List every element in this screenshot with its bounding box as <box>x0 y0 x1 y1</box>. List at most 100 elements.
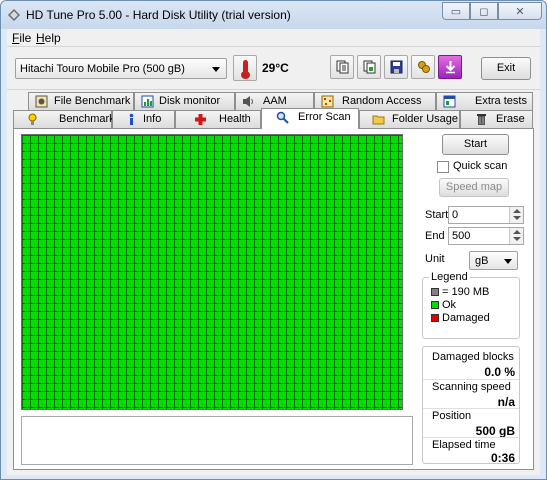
start-input-value: 0 <box>452 209 459 221</box>
spinner-arrows-icon[interactable] <box>509 207 523 223</box>
title-bar[interactable]: HD Tune Pro 5.00 - Hard Disk Utility (tr… <box>1 1 546 29</box>
caption-buttons: ▭ ◻ ✕ <box>442 2 542 20</box>
save-icon <box>390 60 403 74</box>
end-field-label: End <box>425 230 445 242</box>
health-cross-icon <box>195 114 206 125</box>
tab-extra-tests-label: Extra tests <box>475 95 527 107</box>
tab-erase-label: Erase <box>496 113 525 125</box>
scanning-speed-value: n/a <box>497 395 515 409</box>
options-icon <box>418 61 430 73</box>
tab-file-benchmark-label: File Benchmark <box>54 95 131 107</box>
options-button[interactable] <box>411 55 435 79</box>
tab-file-benchmark[interactable]: File Benchmark <box>28 92 134 110</box>
thermometer-bulb <box>241 71 250 79</box>
start-input[interactable]: 0 <box>448 206 524 224</box>
copy-text-button[interactable] <box>330 55 354 79</box>
tab-health-label: Health <box>219 113 251 125</box>
save-button[interactable] <box>384 55 408 79</box>
legend-group: Legend = 190 MB Ok Damaged <box>422 271 520 339</box>
damaged-blocks-label: Damaged blocks <box>432 351 514 363</box>
tab-info[interactable]: Info <box>112 110 175 128</box>
download-button[interactable] <box>438 55 462 79</box>
tab-erase[interactable]: Erase <box>460 110 533 128</box>
copy-screenshot-button[interactable] <box>357 55 381 79</box>
tab-benchmark[interactable]: Benchmark <box>13 110 115 128</box>
legend-block-size: = 190 MB <box>431 286 489 298</box>
magnifier-icon <box>276 111 289 124</box>
chevron-down-icon <box>212 67 220 72</box>
start-scan-button[interactable]: Start <box>442 134 509 155</box>
extra-tests-icon <box>443 95 456 108</box>
drive-select[interactable]: Hitachi Touro Mobile Pro (500 gB) <box>15 58 227 79</box>
unit-select-value: gB <box>475 255 489 267</box>
window-title: HD Tune Pro 5.00 - Hard Disk Utility (tr… <box>26 8 291 22</box>
file-benchmark-icon <box>35 95 48 108</box>
spin-down-icon[interactable] <box>513 237 521 241</box>
speed-map-button[interactable]: Speed map <box>439 178 509 197</box>
spinner-arrows-icon[interactable] <box>509 228 523 244</box>
elapsed-time-value: 0:36 <box>490 451 515 465</box>
menu-help[interactable]: Help <box>36 31 61 45</box>
hd-tune-app-icon <box>8 9 20 21</box>
copy-screenshot-icon <box>363 60 376 74</box>
drive-select-value: Hitachi Touro Mobile Pro (500 gB) <box>20 63 185 75</box>
maximize-button[interactable]: ◻ <box>470 2 498 20</box>
position-value: 500 gB <box>475 424 515 438</box>
red-square-icon <box>431 314 439 322</box>
scan-log[interactable] <box>21 416 413 465</box>
spin-up-icon[interactable] <box>513 209 521 213</box>
end-input-value: 500 <box>452 230 471 242</box>
speaker-icon <box>243 96 253 107</box>
scan-block-map <box>21 134 403 410</box>
elapsed-time-label: Elapsed time <box>432 439 496 451</box>
unit-field-label: Unit <box>425 253 445 265</box>
position-label: Position <box>432 410 472 422</box>
stats-divider <box>423 379 519 380</box>
exit-button[interactable]: Exit <box>481 57 531 80</box>
legend-ok-text: Ok <box>442 299 457 311</box>
legend-damaged-text: Damaged <box>442 312 490 324</box>
tab-disk-monitor-label: Disk monitor <box>159 95 221 107</box>
tab-info-label: Info <box>143 113 162 125</box>
end-input[interactable]: 500 <box>448 227 524 245</box>
stats-divider <box>423 437 519 438</box>
chevron-down-icon <box>504 259 512 264</box>
tab-control: File Benchmark Disk monitor AAM Random A… <box>13 92 534 470</box>
disk-monitor-icon <box>141 95 154 108</box>
tab-folder-usage[interactable]: Folder Usage <box>359 110 460 128</box>
menu-help-accel: H <box>36 31 45 45</box>
tab-extra-tests[interactable]: Extra tests <box>436 92 533 110</box>
legend-block-size-text: = 190 MB <box>442 286 490 298</box>
close-button[interactable]: ✕ <box>498 2 542 20</box>
spin-down-icon[interactable] <box>513 216 521 220</box>
random-access-icon <box>321 95 334 108</box>
unit-select[interactable]: gB <box>469 251 518 270</box>
tab-health[interactable]: Health <box>175 110 261 128</box>
tab-disk-monitor[interactable]: Disk monitor <box>134 92 235 110</box>
error-scan-panel: Start Quick scan Speed map Start 0 End 5… <box>13 128 534 470</box>
stats-divider <box>423 408 519 409</box>
copy-text-icon <box>336 60 349 74</box>
minimize-button[interactable]: ▭ <box>442 2 470 20</box>
tab-error-scan[interactable]: Error Scan <box>261 108 359 129</box>
checkbox-box[interactable] <box>437 161 449 173</box>
damaged-blocks-value: 0.0 % <box>484 365 515 379</box>
minimize-icon: ▭ <box>450 5 462 18</box>
tab-error-scan-label: Error Scan <box>298 111 351 123</box>
close-icon: ✕ <box>515 5 525 18</box>
legend-title: Legend <box>429 271 470 283</box>
app-window: HD Tune Pro 5.00 - Hard Disk Utility (tr… <box>0 0 547 480</box>
client-area: File Help Hitachi Touro Mobile Pro (500 … <box>7 29 540 475</box>
menu-file[interactable]: File <box>12 31 31 45</box>
tab-benchmark-label: Benchmark <box>59 113 115 125</box>
scan-stats: Damaged blocks 0.0 % Scanning speed n/a … <box>422 346 520 465</box>
folder-icon <box>372 115 385 125</box>
info-icon <box>129 113 134 125</box>
gray-square-icon <box>431 288 439 296</box>
spin-up-icon[interactable] <box>513 230 521 234</box>
quick-scan-label: Quick scan <box>453 160 508 172</box>
download-icon <box>445 61 456 74</box>
tab-folder-usage-label: Folder Usage <box>392 113 459 125</box>
start-field-label: Start <box>425 209 449 221</box>
temperature-readout: 29°C <box>262 61 289 75</box>
